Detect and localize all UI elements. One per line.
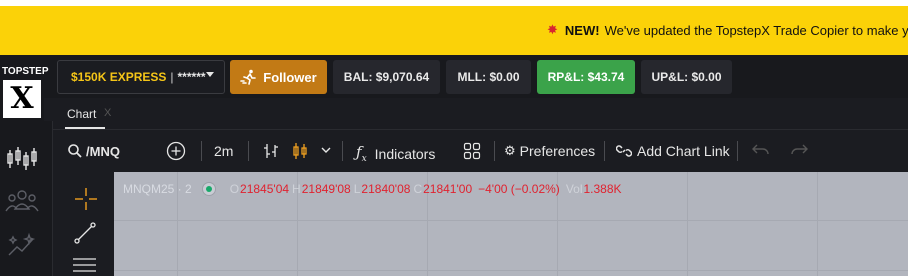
indicators-label: Indicators [374,145,436,162]
balance-value: BAL: $9,070.64 [343,70,430,84]
high-key: H [292,182,301,196]
preferences-label: Preferences [519,143,596,159]
gear-icon: ⚙ [504,143,516,158]
search-icon [68,144,82,158]
legend-symbol[interactable]: MNQM25 · 2 [123,182,192,196]
symbol-value: /MNQ [86,143,120,159]
function-icon: ƒx [356,143,367,164]
high-value: 21849'08 [301,182,351,196]
bars-icon [264,144,278,158]
undo-button[interactable] [752,143,770,157]
account-separator: | [170,70,174,84]
toolbar-divider [201,141,202,161]
interval-value: 2m [214,143,234,159]
open-value: 21845'04 [240,182,290,196]
chart-type-dropdown[interactable] [320,145,332,155]
layouts-button[interactable] [463,142,481,160]
trend-line-icon[interactable] [73,221,97,245]
community-icon[interactable] [5,187,39,217]
fib-lines-icon[interactable] [72,256,98,276]
low-value: 21840'08 [361,182,411,196]
symbol-search[interactable]: /MNQ [67,143,120,159]
preferences-button[interactable]: ⚙ Preferences [504,143,595,159]
mll-value: MLL: $0.00 [457,70,520,84]
account-selector[interactable]: $150K EXPRESS | ****** [57,60,225,94]
bar-style-button[interactable] [262,142,280,160]
volume-value: 1.388K [583,182,622,196]
low-key: L [353,182,361,196]
indicators-button[interactable]: ƒx Indicators [356,143,435,164]
close-key: C [413,182,423,196]
banner-message: We've updated the TopstepX Trade Copier … [604,22,908,38]
candlestick-chart-icon[interactable] [5,143,39,173]
grid-line [114,270,908,271]
interval-button[interactable]: 2m [214,143,233,159]
sparkle-trend-icon[interactable] [5,231,39,261]
toolbar-divider [604,141,605,161]
balance-badge: BAL: $9,070.64 [333,60,440,94]
realized-pnl-value: RP&L: $43.74 [547,70,625,84]
chevron-down-icon [206,72,214,77]
toolbar-divider [737,141,738,161]
toolbar-divider [342,141,343,161]
plus-circle-icon [166,141,186,161]
close-value: 21841'00 [423,182,473,196]
banner-new-label: NEW! [564,22,600,38]
undo-icon [752,144,769,155]
follower-label: Follower [263,69,317,85]
change-value: −4'00 (−0.02%) [478,182,560,196]
follower-button[interactable]: Follower [230,60,327,94]
add-chart-link-label: Add Chart Link [637,143,730,159]
logo[interactable]: TOPSTEP X [0,55,49,121]
follower-walk-icon [240,69,257,85]
chevron-down-icon [321,147,331,153]
link-icon [616,145,632,157]
grid-layout-icon [463,142,481,160]
grid-line [114,220,908,221]
unrealized-pnl-value: UP&L: $0.00 [651,70,722,84]
grid-line [817,172,818,276]
account-number-masked: ****** [177,70,206,84]
volume-key: Vol [565,182,583,196]
drawing-toolbar [53,172,114,276]
redo-icon [791,144,808,155]
candles-icon [293,143,307,159]
toolbar-divider [248,141,249,161]
announcement-banner[interactable]: ✸ NEW! We've updated the TopstepX Trade … [0,6,908,55]
ohlc-legend: MNQM25 · 2 O 21845'04 H 21849'08 L 21840… [123,182,625,196]
tab-close-button[interactable]: X [104,107,111,119]
chart-toolbar: /MNQ 2m ƒx Indicators ⚙ Preferences Add … [53,129,908,171]
grid-line [687,172,688,276]
crosshair-icon[interactable] [73,186,99,212]
account-name: $150K EXPRESS [71,70,167,84]
realized-pnl-badge: RP&L: $43.74 [537,60,635,94]
toolbar-divider [494,141,495,161]
chart-tab-row: Chart X [53,98,908,129]
add-chart-link-button[interactable]: Add Chart Link [616,143,730,159]
market-status-icon [201,182,216,196]
candle-style-button[interactable] [291,142,309,160]
compare-button[interactable] [166,141,186,161]
open-key: O [229,182,240,196]
mll-badge: MLL: $0.00 [446,60,531,94]
logo-text: TOPSTEP [2,66,49,77]
tab-chart[interactable]: Chart [67,107,96,121]
sparkle-icon: ✸ [547,22,558,37]
redo-button[interactable] [790,143,808,157]
left-sidebar [0,121,53,276]
logo-mark: X [3,80,41,118]
chart-canvas[interactable]: MNQM25 · 2 O 21845'04 H 21849'08 L 21840… [114,172,908,276]
unrealized-pnl-badge: UP&L: $0.00 [641,60,732,94]
